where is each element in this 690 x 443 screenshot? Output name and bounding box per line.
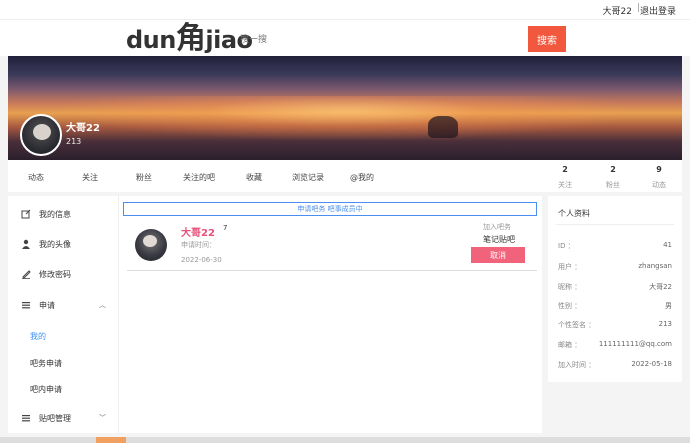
sidebar-item-label: 修改密码 (39, 269, 71, 279)
sidebar-sub-item-mine[interactable]: 我的 (30, 331, 46, 342)
profile-divider (556, 224, 674, 225)
logo-text-char: 角 (175, 21, 206, 56)
profile-value: zhangsan (638, 262, 672, 270)
sidebar-item-my-avatar[interactable]: 我的头像 (8, 233, 118, 255)
stat-posts-label: 动态 (652, 181, 666, 189)
pen-icon (21, 269, 31, 279)
profile-key: 用户 ： (558, 263, 582, 271)
sidebar-item-apply[interactable]: 申请 ︿ (8, 294, 118, 316)
avatar[interactable] (20, 114, 62, 156)
sidebar-sub-item-bar-member-apply[interactable]: 吧内申请 (30, 384, 62, 395)
top-username-link[interactable]: 大哥22 (603, 4, 632, 17)
stat-fans-value: 2 (610, 165, 616, 174)
stat-posts[interactable]: 9 动态 (644, 165, 674, 190)
profile-value: 大哥22 (649, 283, 672, 291)
scrollbar-thumb[interactable] (96, 437, 126, 443)
tab-history[interactable]: 浏览记录 (292, 172, 324, 183)
horizontal-scrollbar[interactable] (0, 437, 690, 443)
edit-icon (21, 209, 31, 219)
apply-time-label: 申请时间： (181, 241, 216, 249)
banner-username: 大哥22 (66, 123, 100, 134)
profile-banner: 大哥22 213 (8, 56, 682, 160)
stat-following-label: 关注 (558, 181, 572, 189)
profile-value: 男 (665, 302, 672, 310)
cancel-button[interactable]: 取消 (471, 247, 525, 263)
stat-following[interactable]: 2 关注 (550, 165, 580, 190)
search-input[interactable] (240, 30, 526, 48)
sidebar-item-label: 申请 (39, 300, 55, 310)
profile-key: 邮箱 ： (558, 341, 582, 349)
tab-favorites[interactable]: 收藏 (246, 172, 262, 183)
chevron-up-icon: ︿ (99, 301, 106, 309)
sidebar-item-label: 我的信息 (39, 209, 71, 219)
profile-title: 个人资料 (558, 209, 590, 218)
sidebar-item-bar-manage[interactable]: 贴吧管理 ﹀ (8, 407, 118, 429)
profile-key: 个性签名 ： (558, 321, 596, 329)
top-bar: 大哥22 | 退出登录 (0, 0, 690, 20)
sidebar-item-label: 我的头像 (39, 239, 71, 249)
sidebar-item-my-info[interactable]: 我的信息 (8, 203, 118, 225)
tab-fans[interactable]: 粉丝 (136, 172, 152, 183)
join-role-label: 加入吧务 (483, 223, 511, 231)
profile-value: 41 (663, 241, 672, 249)
menu-icon (21, 413, 31, 423)
site-logo[interactable]: dun 角 jiao (126, 21, 253, 56)
avatar[interactable] (135, 229, 167, 261)
profile-key: 昵称 ： (558, 283, 582, 291)
sidebar-item-label: 贴吧管理 (39, 413, 71, 423)
profile-key: 性别 ： (558, 302, 582, 310)
banner-figure (428, 116, 458, 138)
sidebar-sub-item-bar-admin-apply[interactable]: 吧务申请 (30, 358, 62, 369)
tab-dynamic[interactable]: 动态 (28, 172, 44, 183)
stat-fans-label: 粉丝 (606, 181, 620, 189)
tab-following[interactable]: 关注 (82, 172, 98, 183)
tab-mentions[interactable]: @我的 (350, 172, 374, 183)
profile-key: ID ： (558, 242, 575, 250)
stat-posts-value: 9 (656, 165, 662, 174)
apply-notice-bar: 申请吧务 吧事成员中 (123, 202, 537, 216)
profile-value: 213 (658, 320, 672, 328)
apply-date: 2022-06-30 (181, 256, 222, 264)
applicant-name[interactable]: 大哥22 (181, 224, 215, 239)
chevron-down-icon: ﹀ (99, 414, 106, 422)
sidebar: 我的信息 我的头像 修改密码 申请 ︿ 我的 吧务申请 吧内申请 贴吧管理 ﹀ (8, 196, 118, 433)
main-content: 申请吧务 吧事成员中 大哥22 7 申请时间： 2022-06-30 加入吧务 … (118, 196, 542, 433)
search-button[interactable]: 搜索 (528, 26, 566, 52)
list-item: 大哥22 7 申请时间： 2022-06-30 加入吧务 笔记贴吧 取消 (127, 221, 537, 271)
person-icon (21, 239, 31, 249)
sidebar-item-change-password[interactable]: 修改密码 (8, 263, 118, 285)
banner-sunset-clouds (8, 96, 682, 146)
logout-link[interactable]: 退出登录 (640, 4, 676, 17)
profile-tabs: 动态 关注 粉丝 关注的吧 收藏 浏览记录 @我的 2 关注 2 粉丝 9 动态 (8, 160, 682, 192)
banner-number: 213 (66, 137, 82, 146)
profile-key: 加入时间 ： (558, 361, 596, 369)
menu-icon (21, 300, 31, 310)
stat-fans[interactable]: 2 粉丝 (598, 165, 628, 190)
tab-followed-bars[interactable]: 关注的吧 (183, 172, 215, 183)
profile-value: 2022-05-18 (631, 360, 672, 368)
applicant-count: 7 (223, 224, 228, 232)
profile-panel: 个人资料 ID ： 41 用户 ： zhangsan 昵称 ： 大哥22 性别 … (548, 196, 682, 382)
logo-text-pre: dun (126, 26, 176, 54)
profile-value: 111111111@qq.com (598, 340, 672, 348)
header: dun角jiao 搜索 (0, 20, 690, 56)
bar-name[interactable]: 笔记贴吧 (483, 234, 515, 245)
stat-following-value: 2 (562, 165, 568, 174)
